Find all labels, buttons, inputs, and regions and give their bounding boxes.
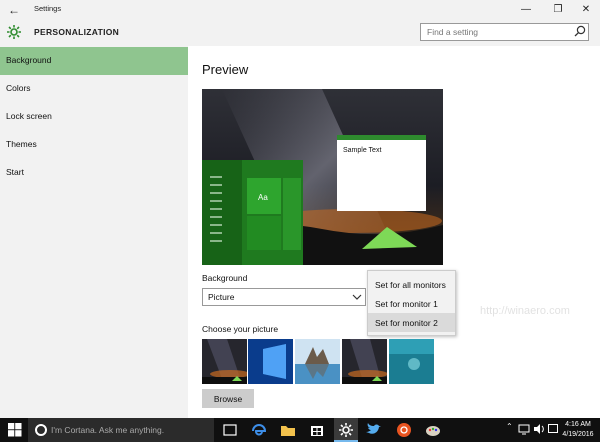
picture-thumbnail[interactable] xyxy=(202,339,247,384)
menu-item-set-monitor-1[interactable]: Set for monitor 1 xyxy=(368,294,455,313)
title-bar xyxy=(0,0,600,20)
close-button[interactable]: ✕ xyxy=(572,2,600,18)
page-title: PERSONALIZATION xyxy=(34,27,120,37)
tray-chevron-icon[interactable]: ⌃ xyxy=(506,422,513,431)
watermark: http://winaero.com xyxy=(480,305,570,317)
picture-thumbnail[interactable] xyxy=(342,339,387,384)
clock-time: 4:16 AM xyxy=(565,421,591,428)
sidebar-item-colors[interactable]: Colors xyxy=(0,75,188,103)
file-explorer-icon[interactable] xyxy=(276,418,300,442)
picture-thumbnail[interactable] xyxy=(389,339,434,384)
paint-icon[interactable] xyxy=(421,418,445,442)
tile-label: Aa xyxy=(258,193,268,202)
sample-text: Sample Text xyxy=(343,147,382,154)
store-icon[interactable] xyxy=(305,418,329,442)
search-placeholder: Find a setting xyxy=(427,27,479,37)
choose-picture-label: Choose your picture xyxy=(202,324,279,334)
task-view-icon[interactable] xyxy=(218,418,242,442)
sidebar-item-lock-screen[interactable]: Lock screen xyxy=(0,103,188,131)
picture-thumbnail[interactable] xyxy=(248,339,293,384)
maximize-button[interactable]: ❐ xyxy=(544,2,572,18)
chevron-down-icon[interactable] xyxy=(352,292,362,302)
network-icon[interactable] xyxy=(518,423,530,435)
tile-lower-preview xyxy=(247,216,281,250)
sidebar-item-themes[interactable]: Themes xyxy=(0,131,188,159)
edge-icon[interactable] xyxy=(247,418,271,442)
tile-column-preview xyxy=(283,178,301,250)
taskbar-clock[interactable]: 4:16 AM 4/19/2016 xyxy=(560,420,596,440)
background-dropdown-value: Picture xyxy=(208,292,235,302)
browse-button[interactable]: Browse xyxy=(202,389,254,408)
clock-date: 4/19/2016 xyxy=(562,431,594,438)
menu-lines-icon xyxy=(210,176,222,242)
twitter-icon[interactable] xyxy=(363,418,387,442)
picture-thumbnail[interactable] xyxy=(295,339,340,384)
search-icon[interactable] xyxy=(573,24,587,38)
sidebar-item-background[interactable]: Background xyxy=(0,47,188,75)
sidebar-item-start[interactable]: Start xyxy=(0,159,188,187)
menu-item-set-all-monitors[interactable]: Set for all monitors xyxy=(368,275,455,294)
cortana-placeholder: I'm Cortana. Ask me anything. xyxy=(51,425,165,435)
back-arrow-icon[interactable]: ← xyxy=(6,2,22,18)
windows-start-icon[interactable] xyxy=(8,423,22,437)
gear-icon xyxy=(7,25,21,39)
cortana-icon xyxy=(35,424,47,436)
settings-taskbar-icon[interactable] xyxy=(334,418,358,442)
preview-heading: Preview xyxy=(202,62,249,77)
volume-icon[interactable] xyxy=(533,423,545,435)
ubuntu-icon[interactable] xyxy=(392,418,416,442)
notifications-icon[interactable] xyxy=(547,423,559,435)
background-label: Background xyxy=(202,273,248,283)
window-title: Settings xyxy=(34,4,62,13)
menu-item-set-monitor-2[interactable]: Set for monitor 2 xyxy=(368,313,455,332)
minimize-button[interactable]: — xyxy=(512,2,540,18)
